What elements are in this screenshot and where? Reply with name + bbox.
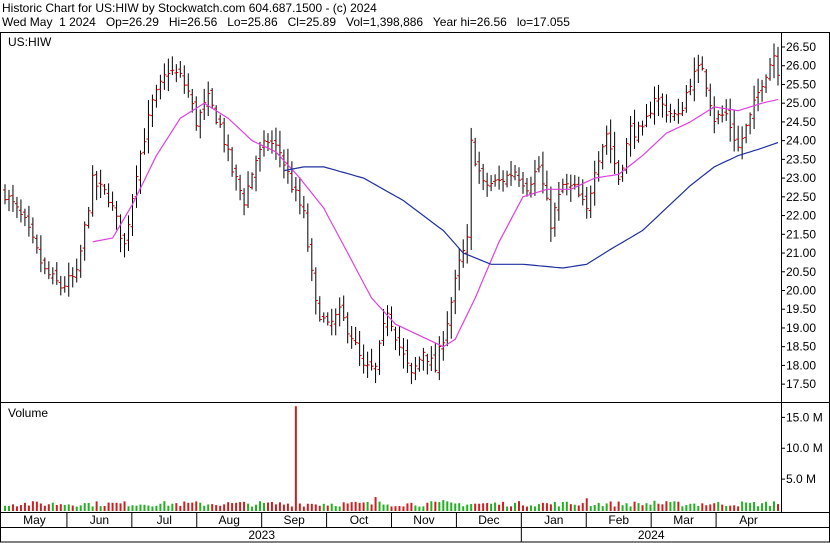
chart-border [0, 32, 830, 543]
month-label: Jun [90, 513, 109, 527]
price-tick-label: 24.00 [786, 134, 816, 148]
price-bars [3, 43, 780, 385]
price-tick-label: 20.00 [786, 283, 816, 297]
price-tick-label: 26.50 [786, 40, 816, 54]
price-tick-label: 17.50 [786, 377, 816, 391]
symbol-label: US:HIW [8, 35, 52, 49]
month-label: Jan [544, 513, 563, 527]
price-tick-label: 22.50 [786, 190, 816, 204]
month-label: May [23, 513, 46, 527]
volume-tick-label: 5.0 M [786, 472, 816, 486]
chart-frame [0, 32, 830, 543]
price-tick-label: 26.00 [786, 59, 816, 73]
month-label: Apr [739, 513, 758, 527]
year-label: 2023 [248, 528, 275, 542]
moving-averages [92, 98, 779, 348]
month-label: Sep [283, 513, 305, 527]
volume-bars [4, 406, 779, 511]
month-label: Dec [478, 513, 499, 527]
price-tick-label: 24.50 [786, 115, 816, 129]
volume-panel-title: Volume [8, 406, 48, 420]
volume-tick-label: 15.0 M [786, 410, 823, 424]
price-tick-label: 21.00 [786, 246, 816, 260]
month-label: Mar [673, 513, 694, 527]
price-tick-label: 19.50 [786, 302, 816, 316]
price-tick-label: 19.00 [786, 321, 816, 335]
axes: 17.50 18.00 18.50 19.00 19.50 20.00 20.50 21.00… [23, 40, 823, 542]
month-label: Jul [157, 513, 172, 527]
year-label: 2024 [638, 528, 665, 542]
chart-canvas: 17.50 18.00 18.50 19.00 19.50 20.00 20.50 21.00… [0, 32, 830, 543]
price-tick-label: 18.50 [786, 340, 816, 354]
month-label: Feb [608, 513, 629, 527]
month-label: Oct [350, 513, 369, 527]
price-tick-label: 23.00 [786, 171, 816, 185]
price-tick-label: 25.50 [786, 77, 816, 91]
moving-average-long [283, 141, 779, 269]
price-tick-label: 25.00 [786, 96, 816, 110]
price-tick-label: 20.50 [786, 265, 816, 279]
moving-average-short [92, 98, 779, 348]
price-tick-label: 23.50 [786, 152, 816, 166]
price-tick-label: 21.50 [786, 227, 816, 241]
price-tick-label: 22.00 [786, 209, 816, 223]
month-label: Nov [413, 513, 434, 527]
volume-tick-label: 10.0 M [786, 441, 823, 455]
month-label: Aug [219, 513, 240, 527]
price-tick-label: 18.00 [786, 358, 816, 372]
